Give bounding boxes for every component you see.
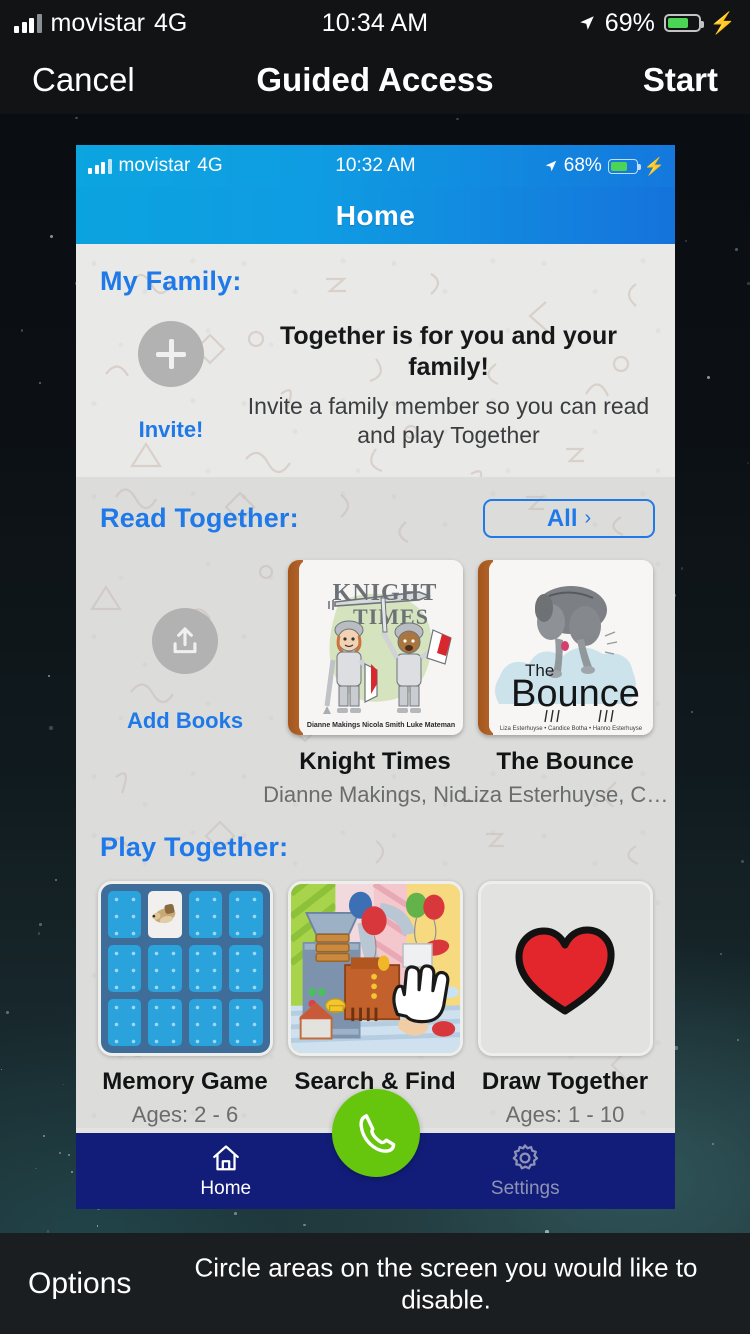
book-item[interactable]: The Bounce Liza Esterhuyse • Candice Bot… bbox=[462, 560, 668, 808]
bolt-icon: ⚡ bbox=[709, 11, 736, 35]
device-status-bar: movistar 4G 10:34 AM 69% ⚡ bbox=[0, 0, 750, 46]
location-arrow-icon bbox=[545, 160, 557, 172]
page-title: Guided Access bbox=[256, 61, 494, 98]
knight-times-illustration: KNIGHT TIMES Dianne Makings Nicola Smith… bbox=[298, 560, 463, 736]
app-status-right: 68% ⚡ bbox=[544, 155, 665, 177]
battery-icon bbox=[663, 14, 704, 32]
the-bounce-illustration: The Bounce Liza Esterhuyse • Candice Bot… bbox=[488, 560, 653, 736]
memory-cards-icon bbox=[100, 884, 270, 1054]
book-cover-knight-times[interactable]: KNIGHT TIMES Dianne Makings Nicola Smith… bbox=[287, 560, 463, 736]
book-cover-art: KNIGHT TIMES Dianne Makings Nicola Smith… bbox=[298, 560, 463, 736]
flipped-card bbox=[148, 891, 182, 939]
game-ages: Ages: 2 - 6 bbox=[131, 1102, 239, 1128]
book-authors: Dianne Makings, Nic… bbox=[263, 782, 487, 808]
gear-icon bbox=[512, 1144, 539, 1170]
status-bar-right: 69% ⚡ bbox=[578, 9, 736, 38]
guided-access-options-bar: Options Circle areas on the screen you w… bbox=[0, 1233, 750, 1334]
family-headline: Together is for you and your family! bbox=[279, 322, 618, 382]
invite-add-button[interactable] bbox=[138, 321, 204, 387]
options-hint: Circle areas on the screen you would lik… bbox=[194, 1251, 698, 1315]
section-title-read-together: Read Together: bbox=[100, 503, 299, 534]
book-cover-the-bounce[interactable]: The Bounce Liza Esterhuyse • Candice Bot… bbox=[477, 560, 653, 736]
tab-home[interactable]: Home bbox=[76, 1133, 376, 1209]
game-tile-draw-together[interactable] bbox=[477, 881, 653, 1057]
app-header: Home bbox=[76, 187, 675, 244]
app-status-bar: movistar 4G 10:32 AM 68% ⚡ bbox=[76, 145, 675, 187]
home-icon bbox=[212, 1145, 239, 1171]
book-title: Knight Times bbox=[299, 748, 451, 776]
svg-text:Liza Esterhuyse • Candice Both: Liza Esterhuyse • Candice Botha • Hanno … bbox=[499, 726, 642, 732]
add-books-cell[interactable]: Add Books bbox=[90, 560, 280, 734]
invite-label[interactable]: Invite! bbox=[139, 417, 204, 443]
add-books-label[interactable]: Add Books bbox=[127, 708, 243, 734]
search-and-find-illustration bbox=[290, 884, 460, 1054]
bottom-tab-bar: Home Settings bbox=[76, 1089, 676, 1209]
game-tile-search-and-find[interactable] bbox=[287, 881, 463, 1057]
family-copy: Together is for you and your family! Inv… bbox=[246, 321, 655, 451]
invite-column[interactable]: Invite! bbox=[96, 321, 246, 443]
book-cover-art: The Bounce Liza Esterhuyse • Candice Bot… bbox=[488, 560, 653, 736]
game-title: Memory Game bbox=[102, 1068, 268, 1096]
play-together-section: Play Together: Memory Game Ages: 2 - 6 S… bbox=[76, 816, 675, 1129]
call-button[interactable] bbox=[331, 1089, 420, 1177]
game-item[interactable]: Memory Game Ages: 2 - 6 bbox=[90, 881, 280, 1128]
add-books-button[interactable] bbox=[152, 608, 218, 675]
plus-icon bbox=[156, 339, 186, 369]
upload-icon bbox=[173, 627, 197, 654]
heart-icon bbox=[515, 926, 615, 1015]
svg-text:Bounce: Bounce bbox=[511, 673, 640, 715]
svg-text:Dianne Makings Nicola Smit: Dianne Makings Nicola Smith Luke Mateman bbox=[306, 722, 454, 729]
book-authors: Liza Esterhuyse, C… bbox=[461, 782, 669, 808]
battery-percent: 68% bbox=[563, 155, 602, 176]
battery-percent: 69% bbox=[604, 8, 655, 37]
tab-settings-label: Settings bbox=[490, 1178, 560, 1199]
read-together-section: Read Together: All › Add Books KNIGHT TI… bbox=[76, 477, 675, 817]
book-item[interactable]: KNIGHT TIMES Dianne Makings Nicola Smith… bbox=[263, 560, 487, 808]
chevron-right-icon: › bbox=[584, 507, 592, 530]
family-row: Invite! Together is for you and your fam… bbox=[76, 297, 675, 451]
my-family-section: My Family: Invite! Together is for you a… bbox=[76, 244, 675, 491]
options-button[interactable]: Options bbox=[28, 1267, 131, 1301]
game-tile-memory-game[interactable] bbox=[97, 881, 273, 1057]
game-ages: Ages: 1 - 10 bbox=[505, 1102, 625, 1128]
family-subtext: Invite a family member so you can read a… bbox=[247, 392, 650, 449]
tab-home-label: Home bbox=[200, 1178, 252, 1199]
book-title: The Bounce bbox=[496, 748, 634, 776]
start-button[interactable]: Start bbox=[643, 61, 718, 99]
guided-access-navbar: Cancel Guided Access Start bbox=[0, 46, 750, 114]
location-arrow-icon bbox=[580, 16, 594, 30]
read-header: Read Together: All › bbox=[76, 499, 675, 539]
app-title: Home bbox=[335, 199, 416, 231]
section-title-play-together: Play Together: bbox=[100, 832, 289, 863]
bolt-icon: ⚡ bbox=[643, 156, 665, 176]
battery-icon bbox=[607, 158, 641, 174]
books-row: Add Books KNIGHT TIMES Dianne Makings Ni… bbox=[76, 538, 675, 808]
section-title-my-family: My Family: bbox=[100, 266, 242, 296]
all-books-label: All bbox=[546, 504, 578, 532]
all-books-button[interactable]: All › bbox=[483, 499, 655, 539]
phone-icon bbox=[358, 1114, 395, 1153]
game-title: Draw Together bbox=[481, 1068, 649, 1096]
game-item[interactable]: Draw Together Ages: 1 - 10 bbox=[470, 881, 660, 1128]
guided-access-screen: movistar 4G 10:34 AM 69% ⚡ Cancel Guided… bbox=[0, 0, 750, 1334]
app-preview[interactable]: movistar 4G 10:32 AM 68% ⚡ Home My Famil… bbox=[76, 145, 675, 1209]
draw-canvas bbox=[480, 884, 650, 1054]
tab-settings[interactable]: Settings bbox=[376, 1133, 676, 1209]
dog-icon bbox=[152, 904, 176, 924]
